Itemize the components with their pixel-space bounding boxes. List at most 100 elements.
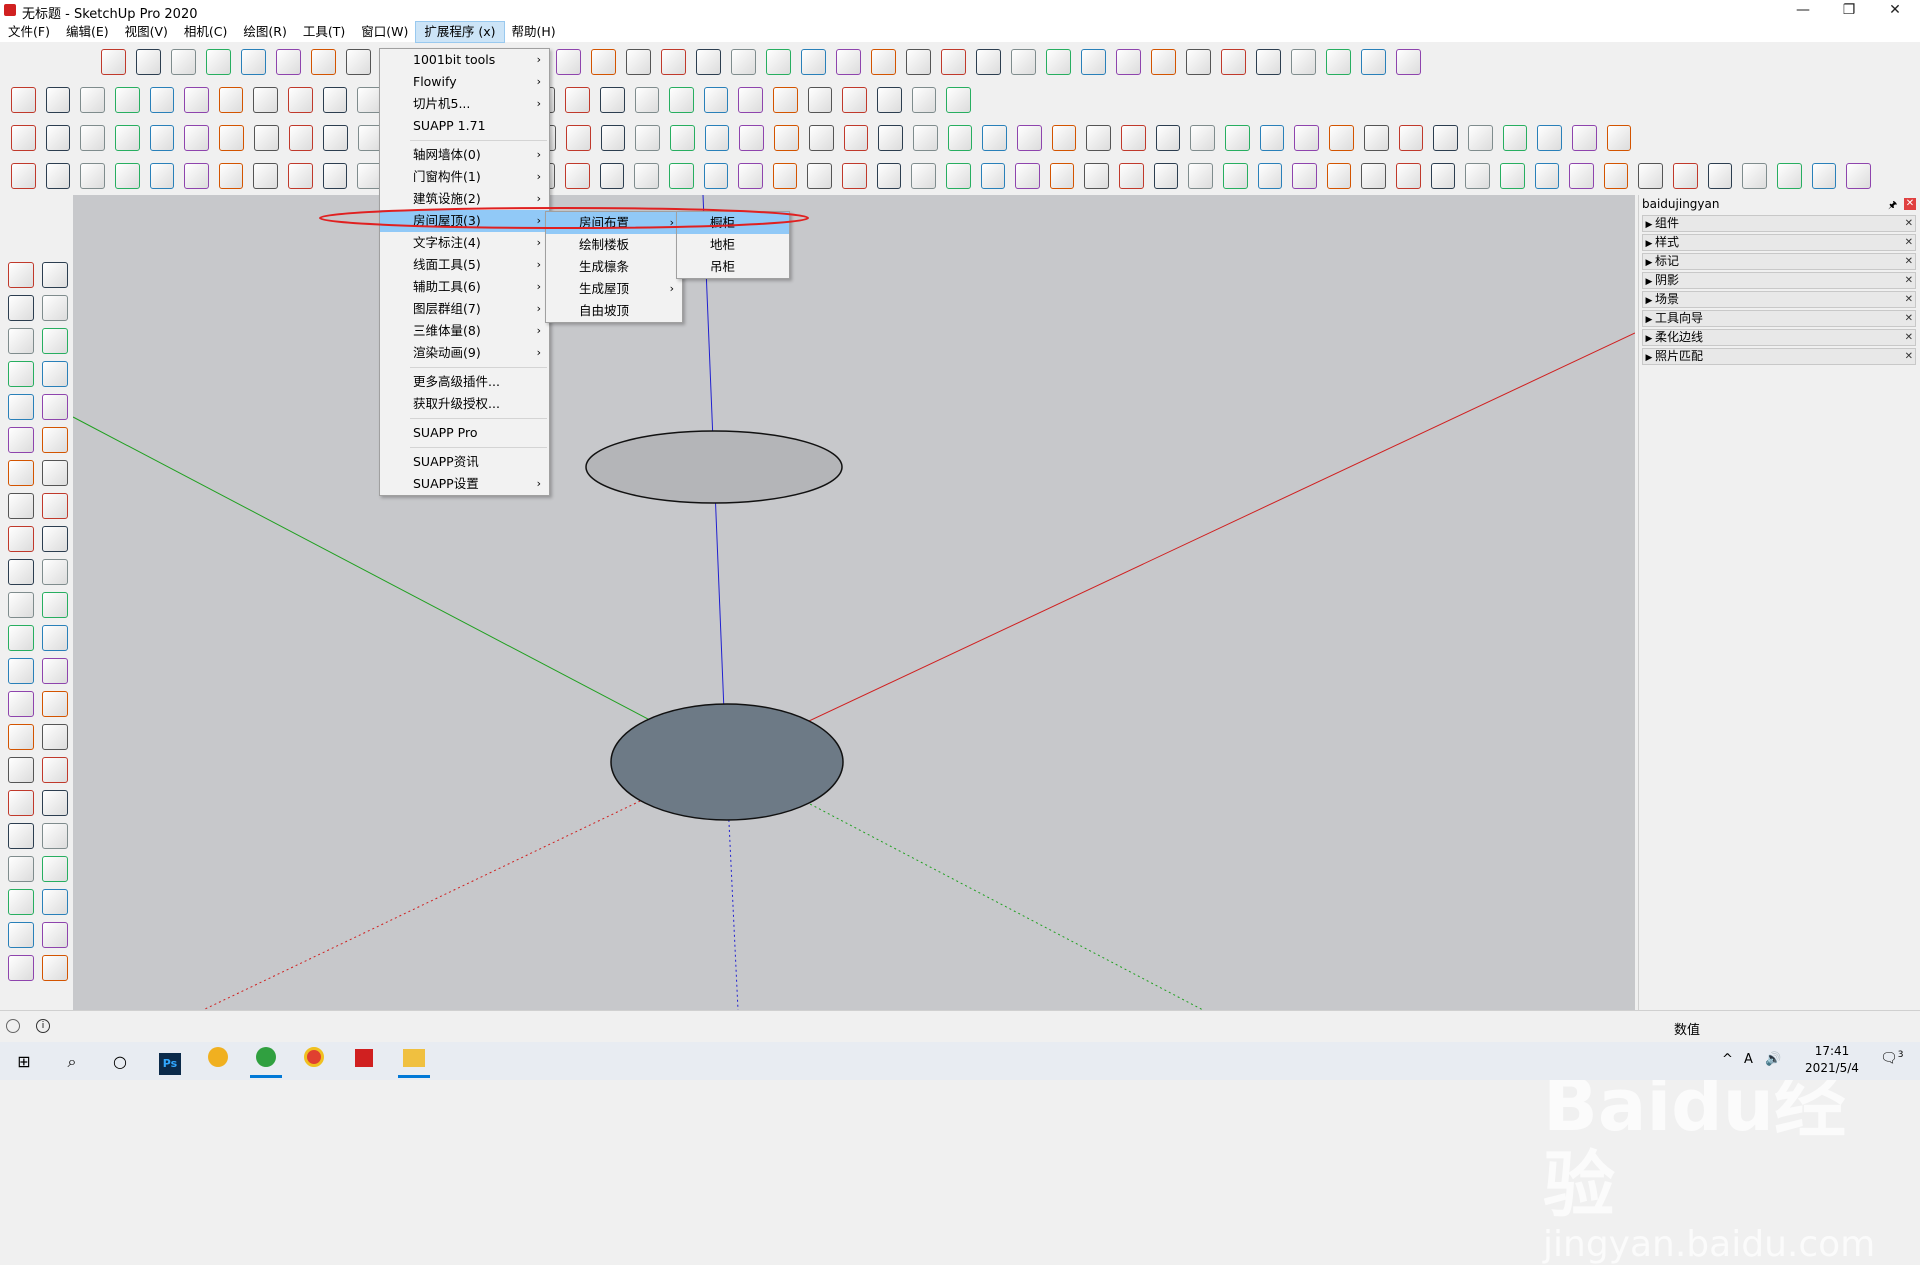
toolbar-tool-icon[interactable] (1846, 163, 1871, 189)
toolbar-tool-icon[interactable] (946, 87, 971, 113)
toolbar-tool-icon[interactable] (876, 163, 902, 189)
menu-item-line-face-tools[interactable]: 线面工具(5) › (380, 254, 549, 276)
left-tool-icon[interactable] (42, 724, 68, 750)
toolbar-tool-icon[interactable] (1673, 163, 1698, 189)
toolbar-tool-icon[interactable] (1086, 125, 1111, 151)
toolbar-tool-icon[interactable] (11, 87, 36, 113)
toolbar-tool-icon[interactable] (669, 87, 694, 113)
toolbar-tool-icon[interactable] (184, 125, 210, 151)
left-tool-icon[interactable] (42, 889, 68, 915)
toolbar-tool-icon[interactable] (566, 125, 591, 151)
pin-icon[interactable]: 🖈 (1888, 198, 1897, 215)
toolbar-tool-icon[interactable] (1606, 125, 1632, 151)
toolbar-tool-icon[interactable] (276, 49, 301, 75)
toolbar-tool-icon[interactable] (703, 87, 729, 113)
toolbar-tool-icon[interactable] (774, 125, 799, 151)
left-tool-icon[interactable] (8, 526, 34, 552)
toolbar-tool-icon[interactable] (149, 125, 175, 151)
toolbar-tool-icon[interactable] (11, 125, 36, 151)
upper-circle-face[interactable] (585, 430, 843, 504)
toolbar-tool-icon[interactable] (1259, 125, 1285, 151)
toolbar-tool-icon[interactable] (45, 163, 71, 189)
toolbar-tool-icon[interactable] (11, 163, 36, 189)
chevron-up-icon[interactable]: ^ (1722, 1052, 1733, 1067)
menu-item-get-license[interactable]: 获取升级授权... (380, 393, 549, 415)
toolbar-tool-icon[interactable] (1188, 163, 1213, 189)
toolbar-tool-icon[interactable] (945, 163, 971, 189)
close-icon[interactable]: ✕ (1905, 273, 1913, 288)
menu-item-slicer[interactable]: 切片机5... › (380, 93, 549, 115)
left-tool-icon[interactable] (8, 658, 34, 684)
toolbar-tool-icon[interactable] (739, 125, 765, 151)
left-tool-icon[interactable] (42, 955, 68, 981)
toolbar-tool-icon[interactable] (808, 125, 834, 151)
toolbar-tool-icon[interactable] (703, 163, 729, 189)
toolbar-tool-icon[interactable] (218, 87, 244, 113)
toolbar-tool-icon[interactable] (184, 87, 209, 113)
toolbar-tool-icon[interactable] (219, 125, 244, 151)
search-icon[interactable]: ⌕ (56, 1046, 88, 1078)
menu-extensions[interactable]: 扩展程序 (x) (415, 21, 505, 43)
toolbar-tool-icon[interactable] (288, 87, 313, 113)
toolbar-tool-icon[interactable] (738, 163, 763, 189)
tray-close-icon[interactable]: ✕ (1904, 198, 1916, 210)
toolbar-tool-icon[interactable] (288, 163, 313, 189)
menu-item-purlins[interactable]: 生成檩条 (546, 256, 682, 278)
menu-view[interactable]: 视图(V) (117, 22, 176, 42)
toolbar-tool-icon[interactable] (1502, 125, 1528, 151)
toolbar-tool-icon[interactable] (807, 163, 832, 189)
toolbar-tool-icon[interactable] (1396, 49, 1421, 75)
toolbar-tool-icon[interactable] (1081, 49, 1106, 75)
sketchup-taskbar-icon[interactable] (348, 1046, 380, 1078)
toolbar-tool-icon[interactable] (1190, 125, 1216, 151)
toolbar-tool-icon[interactable] (1221, 49, 1246, 75)
toolbar-tool-icon[interactable] (288, 125, 314, 151)
volume-icon[interactable]: 🔊 (1765, 1052, 1781, 1067)
left-tool-icon[interactable] (8, 757, 34, 783)
tray-panel-components[interactable]: ▶ 组件 ✕ (1642, 215, 1916, 232)
photoshop-icon[interactable]: Ps (154, 1046, 186, 1078)
menu-item-draw-slab[interactable]: 绘制楼板 (546, 234, 682, 256)
toolbar-tool-icon[interactable] (80, 125, 106, 151)
toolbar-tool-icon[interactable] (323, 125, 348, 151)
task-view-icon[interactable]: ○ (104, 1046, 136, 1078)
toolbar-tool-icon[interactable] (218, 163, 244, 189)
left-tool-icon[interactable] (42, 526, 68, 552)
toolbar-tool-icon[interactable] (1603, 163, 1629, 189)
toolbar-tool-icon[interactable] (1467, 125, 1493, 151)
menu-item-free-slope-roof[interactable]: 自由坡顶 (546, 300, 682, 322)
menu-item-layer-group[interactable]: 图层群组(7) › (380, 298, 549, 320)
toolbar-tool-icon[interactable] (1433, 125, 1458, 151)
toolbar-tool-icon[interactable] (871, 49, 896, 75)
close-icon[interactable]: ✕ (1905, 349, 1913, 364)
toolbar-tool-icon[interactable] (1257, 163, 1283, 189)
toolbar-tool-icon[interactable] (738, 87, 764, 113)
left-tool-icon[interactable] (8, 394, 34, 420)
toolbar-tool-icon[interactable] (1396, 163, 1421, 189)
left-tool-icon[interactable] (8, 592, 34, 618)
toolbar-tool-icon[interactable] (912, 125, 938, 151)
toolbar-tool-icon[interactable] (599, 87, 625, 113)
close-icon[interactable]: ✕ (1905, 216, 1913, 231)
toolbar-tool-icon[interactable] (556, 49, 581, 75)
left-tool-icon[interactable] (8, 889, 34, 915)
toolbar-tool-icon[interactable] (184, 163, 209, 189)
left-tool-icon[interactable] (42, 922, 68, 948)
left-tool-icon[interactable] (8, 724, 34, 750)
notification-icon[interactable]: 🗨3 (1880, 1050, 1904, 1067)
menu-item-doors-windows[interactable]: 门窗构件(1) › (380, 166, 549, 188)
left-tool-icon[interactable] (8, 361, 34, 387)
menu-help[interactable]: 帮助(H) (504, 22, 564, 42)
toolbar-tool-icon[interactable] (114, 87, 140, 113)
tray-panel-soften-edges[interactable]: ▶ 柔化边线 ✕ (1642, 329, 1916, 346)
toolbar-tool-icon[interactable] (565, 87, 590, 113)
close-button[interactable]: ✕ (1872, 0, 1918, 22)
menu-item-suapp-171[interactable]: SUAPP 1.71 (380, 115, 549, 137)
menu-item-floor-cabinet[interactable]: 地柜 (677, 234, 789, 256)
toolbar-tool-icon[interactable] (1776, 163, 1802, 189)
left-tool-icon[interactable] (42, 757, 68, 783)
toolbar-tool-icon[interactable] (704, 125, 730, 151)
left-tool-icon[interactable] (8, 625, 34, 651)
toolbar-tool-icon[interactable] (1361, 163, 1386, 189)
toolbar-tool-icon[interactable] (626, 49, 651, 75)
